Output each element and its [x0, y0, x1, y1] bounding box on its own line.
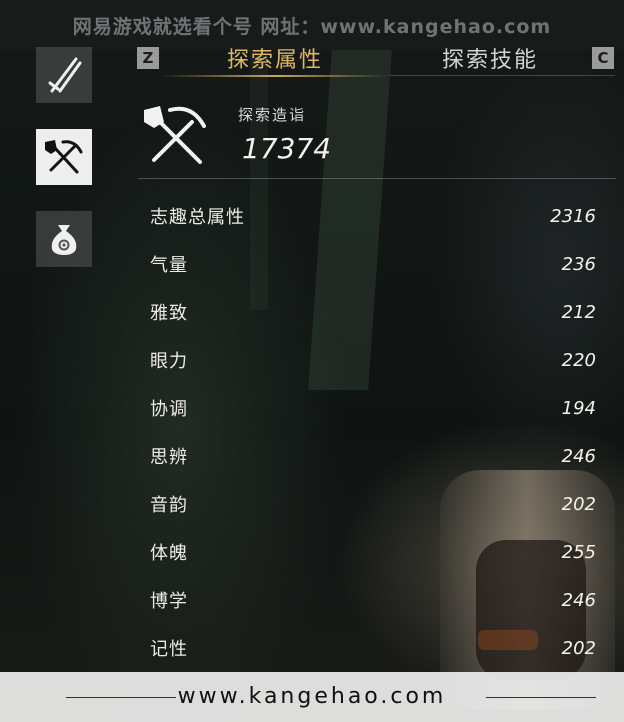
tab-divider — [390, 75, 615, 76]
attribute-row: 思辨 246 — [138, 432, 608, 480]
attribute-name: 气量 — [150, 255, 188, 276]
attribute-name: 记性 — [150, 639, 188, 660]
attribute-row: 雅致 212 — [138, 288, 608, 336]
sidebar-item-explore[interactable] — [36, 129, 92, 185]
attribute-value: 246 — [561, 445, 596, 467]
tab-label: 探索技能 — [441, 48, 538, 73]
attribute-row: 眼力 220 — [138, 336, 608, 384]
attribute-value: 236 — [561, 253, 596, 275]
attribute-value: 202 — [561, 637, 596, 659]
explore-score-value: 17374 — [242, 132, 332, 165]
next-tab-key[interactable]: C — [592, 47, 614, 69]
prev-tab-key-label: Z — [142, 49, 154, 67]
attribute-row: 体魄 255 — [138, 528, 608, 576]
next-tab-key-label: C — [597, 49, 609, 67]
attribute-name: 雅致 — [150, 303, 188, 324]
attribute-value: 246 — [561, 589, 596, 611]
attribute-name: 志趣总属性 — [150, 207, 245, 228]
sidebar-item-wealth[interactable] — [36, 211, 92, 267]
attribute-name: 博学 — [150, 591, 188, 612]
attribute-value: 212 — [561, 301, 596, 323]
attribute-value: 255 — [561, 541, 596, 563]
money-bag-icon — [51, 225, 77, 255]
score-divider — [138, 178, 616, 179]
active-tab-underline — [160, 75, 390, 77]
shovel-pickaxe-icon — [45, 140, 83, 174]
attribute-value: 202 — [561, 493, 596, 515]
attribute-row: 气量 236 — [138, 240, 608, 288]
sword-icon — [48, 57, 82, 93]
prev-tab-key[interactable]: Z — [137, 47, 159, 69]
attribute-name: 协调 — [150, 399, 188, 420]
attribute-row: 协调 194 — [138, 384, 608, 432]
attribute-row: 志趣总属性 2316 — [138, 192, 608, 240]
attribute-row: 音韵 202 — [138, 480, 608, 528]
tab-explore-skills[interactable]: 探索技能 — [390, 42, 590, 74]
attribute-row: 博学 246 — [138, 576, 608, 624]
tab-explore-attributes[interactable]: 探索属性 — [160, 42, 390, 74]
attribute-row: 记性 202 — [138, 624, 608, 672]
attribute-name: 眼力 — [150, 351, 188, 372]
attribute-name: 思辨 — [150, 447, 188, 468]
watermark-top-text: 网易游戏就选看个号 网址：www.kangehao.com — [72, 15, 552, 38]
attribute-value: 194 — [561, 397, 596, 419]
attribute-value: 220 — [561, 349, 596, 371]
attribute-name: 体魄 — [150, 543, 188, 564]
attribute-name: 音韵 — [150, 495, 188, 516]
shovel-pickaxe-icon — [144, 106, 206, 164]
attribute-value: 2316 — [550, 205, 596, 227]
sidebar-item-combat[interactable] — [36, 47, 92, 103]
explore-score-label: 探索造诣 — [238, 106, 307, 124]
tab-label: 探索属性 — [226, 48, 323, 73]
watermark-url: www.kangehao.com — [177, 684, 447, 709]
